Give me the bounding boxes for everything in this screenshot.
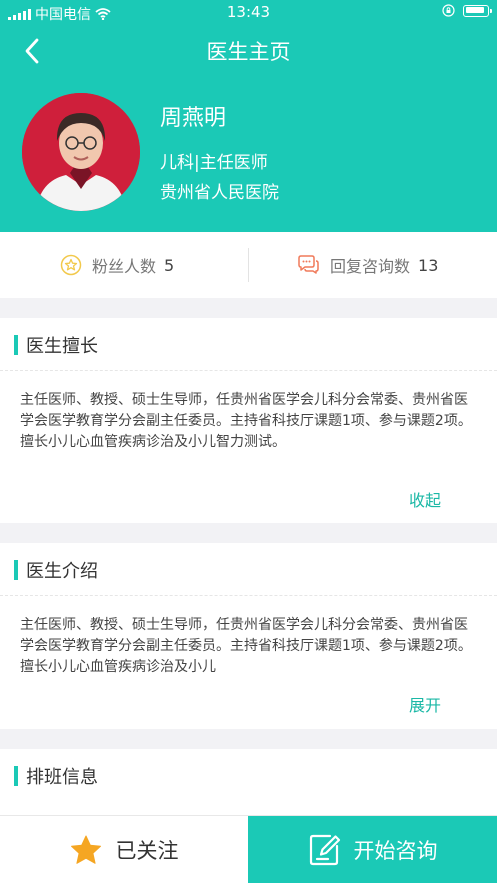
card-divider (0, 370, 497, 371)
rotation-lock-icon (442, 4, 455, 17)
consult-label: 开始咨询 (353, 839, 438, 863)
intro-text: 主任医师、教授、硕士生导师，任贵州省医学会儿科分会常委、贵州省医学会医学教育学分… (20, 617, 472, 675)
schedule-heading: 排班信息 (14, 765, 98, 788)
nav-bar: 医生主页 (0, 28, 497, 72)
replies-label: 回复咨询数 (330, 257, 411, 276)
doctor-name: 周燕明 (160, 106, 227, 131)
section-accent-bar (14, 766, 18, 786)
stats-bar: 粉丝人数 5 回复咨询数 13 (0, 232, 497, 298)
doctor-header: 中国电信 13:43 医生主页 周燕明 儿科|主任医师 贵州省人民医院 (0, 0, 497, 232)
intro-card: 医生介绍 主任医师、教授、硕士生导师，任贵州省医学会儿科分会常委、贵州省医学会医… (0, 543, 497, 729)
section-accent-bar (14, 560, 18, 580)
status-time: 13:43 (226, 3, 271, 21)
chat-bubble-icon (298, 255, 319, 274)
expand-button[interactable]: 展开 (409, 692, 441, 716)
collapse-button[interactable]: 收起 (409, 487, 441, 511)
schedule-title: 排班信息 (26, 767, 98, 788)
star-icon (70, 835, 101, 864)
card-divider (0, 595, 497, 596)
doctor-avatar (22, 93, 140, 211)
bottom-action-bar: 已关注 开始咨询 (0, 815, 497, 883)
fans-value: 5 (164, 255, 175, 275)
intro-title: 医生介绍 (26, 561, 98, 582)
page-title: 医生主页 (206, 40, 291, 64)
stats-divider (248, 248, 249, 282)
follow-button[interactable]: 已关注 (0, 816, 248, 883)
status-bar: 中国电信 13:43 (0, 0, 497, 26)
doctor-hospital: 贵州省人民医院 (160, 183, 279, 203)
star-circle-icon (60, 254, 82, 276)
section-accent-bar (14, 335, 18, 355)
replies-stat: 回复咨询数 13 (296, 232, 438, 298)
replies-value: 13 (418, 255, 439, 275)
expertise-heading: 医生擅长 (14, 334, 98, 357)
expertise-title: 医生擅长 (26, 336, 98, 357)
intro-heading: 医生介绍 (14, 559, 98, 582)
edit-note-icon (309, 834, 340, 866)
schedule-card: 排班信息 (0, 749, 497, 815)
fans-label: 粉丝人数 (92, 257, 157, 276)
doctor-dept-title: 儿科|主任医师 (160, 153, 268, 173)
fans-stat: 粉丝人数 5 (60, 232, 174, 298)
battery-icon (463, 4, 492, 17)
start-consult-button[interactable]: 开始咨询 (248, 816, 497, 883)
expertise-text: 主任医师、教授、硕士生导师，任贵州省医学会儿科分会常委、贵州省医学会医学教育学分… (20, 392, 472, 450)
expertise-card: 医生擅长 主任医师、教授、硕士生导师，任贵州省医学会儿科分会常委、贵州省医学会医… (0, 318, 497, 523)
follow-label: 已关注 (115, 839, 179, 863)
